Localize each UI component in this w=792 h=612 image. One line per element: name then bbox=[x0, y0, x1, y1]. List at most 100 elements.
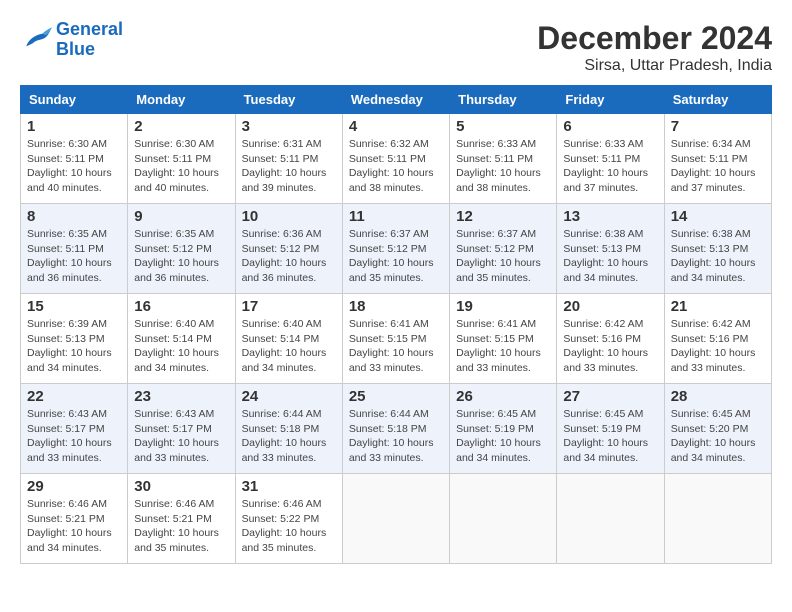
day-info: Sunrise: 6:45 AM Sunset: 5:19 PM Dayligh… bbox=[456, 407, 550, 466]
calendar-day-cell: 8 Sunrise: 6:35 AM Sunset: 5:11 PM Dayli… bbox=[21, 204, 128, 294]
day-info: Sunrise: 6:40 AM Sunset: 5:14 PM Dayligh… bbox=[242, 317, 336, 376]
calendar-day-cell: 7 Sunrise: 6:34 AM Sunset: 5:11 PM Dayli… bbox=[664, 114, 771, 204]
calendar-day-cell: 5 Sunrise: 6:33 AM Sunset: 5:11 PM Dayli… bbox=[450, 114, 557, 204]
calendar-week-row: 8 Sunrise: 6:35 AM Sunset: 5:11 PM Dayli… bbox=[21, 204, 772, 294]
day-number: 12 bbox=[456, 208, 550, 225]
day-info: Sunrise: 6:46 AM Sunset: 5:22 PM Dayligh… bbox=[242, 497, 336, 556]
day-info: Sunrise: 6:37 AM Sunset: 5:12 PM Dayligh… bbox=[349, 227, 443, 286]
calendar-header-row: SundayMondayTuesdayWednesdayThursdayFrid… bbox=[21, 86, 772, 114]
calendar-day-cell: 30 Sunrise: 6:46 AM Sunset: 5:21 PM Dayl… bbox=[128, 474, 235, 564]
day-info: Sunrise: 6:37 AM Sunset: 5:12 PM Dayligh… bbox=[456, 227, 550, 286]
day-number: 16 bbox=[134, 298, 228, 315]
day-number: 19 bbox=[456, 298, 550, 315]
day-number: 18 bbox=[349, 298, 443, 315]
calendar-day-cell: 24 Sunrise: 6:44 AM Sunset: 5:18 PM Dayl… bbox=[235, 384, 342, 474]
day-info: Sunrise: 6:42 AM Sunset: 5:16 PM Dayligh… bbox=[563, 317, 657, 376]
logo-text: General Blue bbox=[56, 20, 123, 60]
calendar-week-row: 15 Sunrise: 6:39 AM Sunset: 5:13 PM Dayl… bbox=[21, 294, 772, 384]
day-info: Sunrise: 6:43 AM Sunset: 5:17 PM Dayligh… bbox=[27, 407, 121, 466]
calendar-day-cell: 26 Sunrise: 6:45 AM Sunset: 5:19 PM Dayl… bbox=[450, 384, 557, 474]
logo-icon bbox=[20, 24, 52, 56]
day-of-week-header: Saturday bbox=[664, 86, 771, 114]
month-title: December 2024 bbox=[537, 20, 772, 57]
day-number: 21 bbox=[671, 298, 765, 315]
day-info: Sunrise: 6:44 AM Sunset: 5:18 PM Dayligh… bbox=[349, 407, 443, 466]
calendar-day-cell: 20 Sunrise: 6:42 AM Sunset: 5:16 PM Dayl… bbox=[557, 294, 664, 384]
calendar-day-cell: 2 Sunrise: 6:30 AM Sunset: 5:11 PM Dayli… bbox=[128, 114, 235, 204]
day-of-week-header: Sunday bbox=[21, 86, 128, 114]
calendar-day-cell: 12 Sunrise: 6:37 AM Sunset: 5:12 PM Dayl… bbox=[450, 204, 557, 294]
day-number: 23 bbox=[134, 388, 228, 405]
calendar-week-row: 1 Sunrise: 6:30 AM Sunset: 5:11 PM Dayli… bbox=[21, 114, 772, 204]
day-number: 9 bbox=[134, 208, 228, 225]
day-info: Sunrise: 6:46 AM Sunset: 5:21 PM Dayligh… bbox=[134, 497, 228, 556]
day-info: Sunrise: 6:35 AM Sunset: 5:12 PM Dayligh… bbox=[134, 227, 228, 286]
calendar-week-row: 22 Sunrise: 6:43 AM Sunset: 5:17 PM Dayl… bbox=[21, 384, 772, 474]
calendar-day-cell: 17 Sunrise: 6:40 AM Sunset: 5:14 PM Dayl… bbox=[235, 294, 342, 384]
calendar-day-cell: 14 Sunrise: 6:38 AM Sunset: 5:13 PM Dayl… bbox=[664, 204, 771, 294]
day-number: 24 bbox=[242, 388, 336, 405]
day-number: 22 bbox=[27, 388, 121, 405]
day-info: Sunrise: 6:42 AM Sunset: 5:16 PM Dayligh… bbox=[671, 317, 765, 376]
calendar-day-cell: 16 Sunrise: 6:40 AM Sunset: 5:14 PM Dayl… bbox=[128, 294, 235, 384]
day-of-week-header: Wednesday bbox=[342, 86, 449, 114]
day-number: 25 bbox=[349, 388, 443, 405]
calendar-day-cell: 6 Sunrise: 6:33 AM Sunset: 5:11 PM Dayli… bbox=[557, 114, 664, 204]
day-info: Sunrise: 6:31 AM Sunset: 5:11 PM Dayligh… bbox=[242, 137, 336, 196]
day-number: 17 bbox=[242, 298, 336, 315]
calendar-day-cell: 27 Sunrise: 6:45 AM Sunset: 5:19 PM Dayl… bbox=[557, 384, 664, 474]
day-info: Sunrise: 6:45 AM Sunset: 5:19 PM Dayligh… bbox=[563, 407, 657, 466]
calendar-day-cell: 11 Sunrise: 6:37 AM Sunset: 5:12 PM Dayl… bbox=[342, 204, 449, 294]
calendar-day-cell: 13 Sunrise: 6:38 AM Sunset: 5:13 PM Dayl… bbox=[557, 204, 664, 294]
day-number: 6 bbox=[563, 118, 657, 135]
day-number: 15 bbox=[27, 298, 121, 315]
calendar-day-cell: 3 Sunrise: 6:31 AM Sunset: 5:11 PM Dayli… bbox=[235, 114, 342, 204]
day-info: Sunrise: 6:35 AM Sunset: 5:11 PM Dayligh… bbox=[27, 227, 121, 286]
calendar-day-cell: 10 Sunrise: 6:36 AM Sunset: 5:12 PM Dayl… bbox=[235, 204, 342, 294]
day-number: 20 bbox=[563, 298, 657, 315]
calendar-day-cell: 22 Sunrise: 6:43 AM Sunset: 5:17 PM Dayl… bbox=[21, 384, 128, 474]
day-number: 13 bbox=[563, 208, 657, 225]
day-number: 31 bbox=[242, 478, 336, 495]
day-info: Sunrise: 6:30 AM Sunset: 5:11 PM Dayligh… bbox=[134, 137, 228, 196]
empty-day-cell bbox=[342, 474, 449, 564]
day-number: 30 bbox=[134, 478, 228, 495]
day-info: Sunrise: 6:33 AM Sunset: 5:11 PM Dayligh… bbox=[456, 137, 550, 196]
calendar-week-row: 29 Sunrise: 6:46 AM Sunset: 5:21 PM Dayl… bbox=[21, 474, 772, 564]
day-number: 11 bbox=[349, 208, 443, 225]
calendar-day-cell: 21 Sunrise: 6:42 AM Sunset: 5:16 PM Dayl… bbox=[664, 294, 771, 384]
day-number: 27 bbox=[563, 388, 657, 405]
day-info: Sunrise: 6:33 AM Sunset: 5:11 PM Dayligh… bbox=[563, 137, 657, 196]
day-info: Sunrise: 6:39 AM Sunset: 5:13 PM Dayligh… bbox=[27, 317, 121, 376]
day-info: Sunrise: 6:45 AM Sunset: 5:20 PM Dayligh… bbox=[671, 407, 765, 466]
title-block: December 2024 Sirsa, Uttar Pradesh, Indi… bbox=[537, 20, 772, 75]
day-info: Sunrise: 6:38 AM Sunset: 5:13 PM Dayligh… bbox=[671, 227, 765, 286]
empty-day-cell bbox=[557, 474, 664, 564]
day-info: Sunrise: 6:44 AM Sunset: 5:18 PM Dayligh… bbox=[242, 407, 336, 466]
page-header: General Blue December 2024 Sirsa, Uttar … bbox=[20, 20, 772, 75]
calendar-day-cell: 28 Sunrise: 6:45 AM Sunset: 5:20 PM Dayl… bbox=[664, 384, 771, 474]
day-info: Sunrise: 6:36 AM Sunset: 5:12 PM Dayligh… bbox=[242, 227, 336, 286]
day-info: Sunrise: 6:38 AM Sunset: 5:13 PM Dayligh… bbox=[563, 227, 657, 286]
day-info: Sunrise: 6:34 AM Sunset: 5:11 PM Dayligh… bbox=[671, 137, 765, 196]
calendar-day-cell: 19 Sunrise: 6:41 AM Sunset: 5:15 PM Dayl… bbox=[450, 294, 557, 384]
day-info: Sunrise: 6:43 AM Sunset: 5:17 PM Dayligh… bbox=[134, 407, 228, 466]
calendar-day-cell: 31 Sunrise: 6:46 AM Sunset: 5:22 PM Dayl… bbox=[235, 474, 342, 564]
day-number: 7 bbox=[671, 118, 765, 135]
day-number: 28 bbox=[671, 388, 765, 405]
day-number: 26 bbox=[456, 388, 550, 405]
day-info: Sunrise: 6:46 AM Sunset: 5:21 PM Dayligh… bbox=[27, 497, 121, 556]
day-number: 3 bbox=[242, 118, 336, 135]
calendar-day-cell: 29 Sunrise: 6:46 AM Sunset: 5:21 PM Dayl… bbox=[21, 474, 128, 564]
day-of-week-header: Thursday bbox=[450, 86, 557, 114]
day-number: 8 bbox=[27, 208, 121, 225]
location: Sirsa, Uttar Pradesh, India bbox=[537, 57, 772, 75]
day-info: Sunrise: 6:40 AM Sunset: 5:14 PM Dayligh… bbox=[134, 317, 228, 376]
day-info: Sunrise: 6:41 AM Sunset: 5:15 PM Dayligh… bbox=[349, 317, 443, 376]
empty-day-cell bbox=[450, 474, 557, 564]
day-number: 5 bbox=[456, 118, 550, 135]
calendar-day-cell: 18 Sunrise: 6:41 AM Sunset: 5:15 PM Dayl… bbox=[342, 294, 449, 384]
calendar-day-cell: 1 Sunrise: 6:30 AM Sunset: 5:11 PM Dayli… bbox=[21, 114, 128, 204]
calendar-day-cell: 9 Sunrise: 6:35 AM Sunset: 5:12 PM Dayli… bbox=[128, 204, 235, 294]
calendar-day-cell: 25 Sunrise: 6:44 AM Sunset: 5:18 PM Dayl… bbox=[342, 384, 449, 474]
